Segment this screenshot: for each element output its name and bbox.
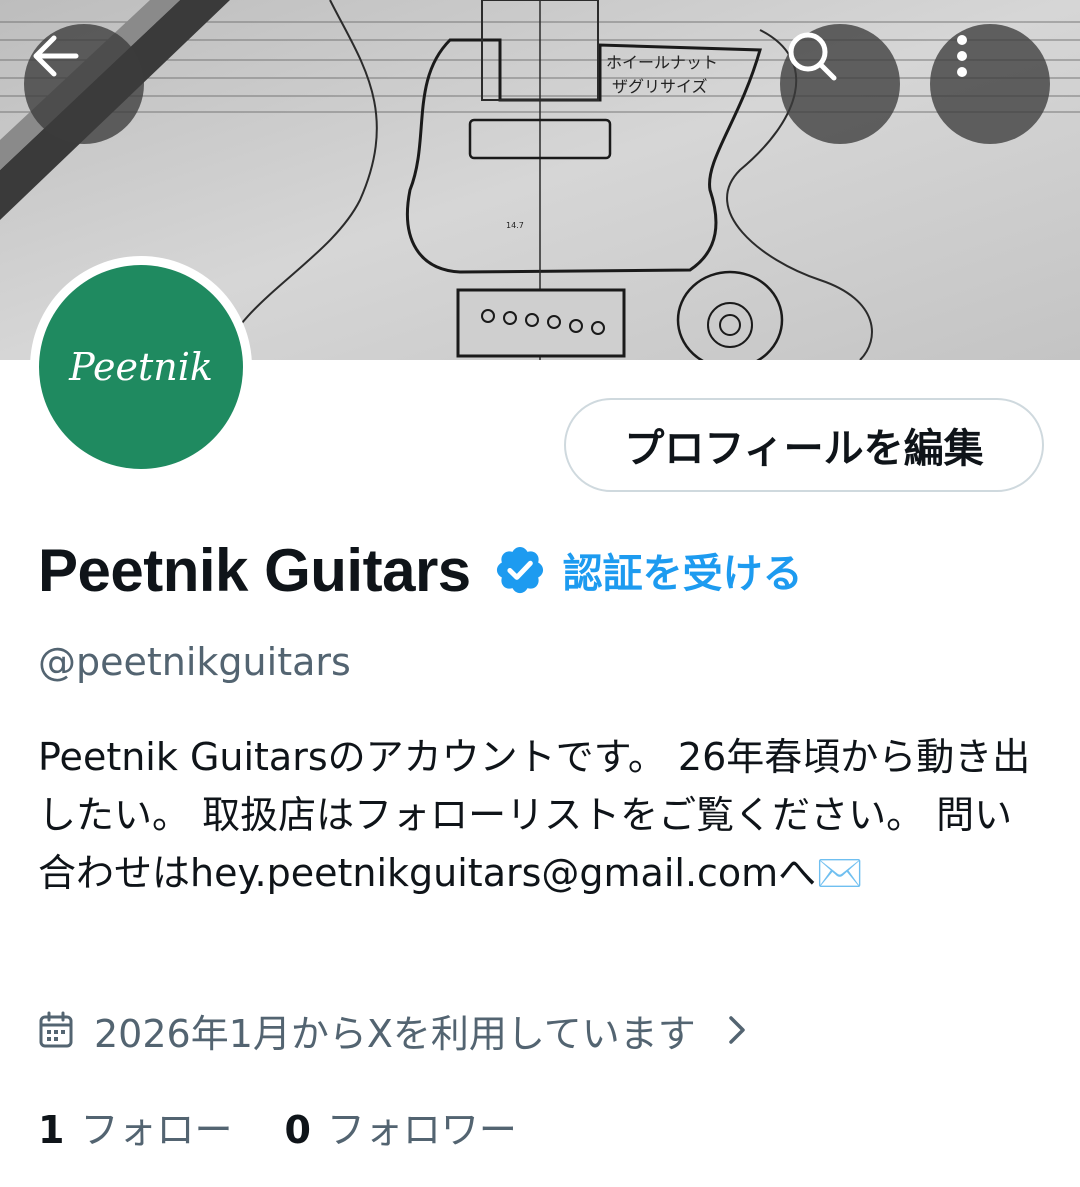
banner-note-1: ホイールナット: [606, 53, 718, 72]
following-count: 1: [38, 1107, 65, 1152]
following-link[interactable]: 1 フォロー: [38, 1099, 232, 1154]
arrow-left-icon: [33, 35, 79, 77]
joined-date-row[interactable]: 2026年1月からXを利用しています: [38, 1000, 752, 1060]
search-icon: [788, 32, 837, 81]
more-vertical-icon: [957, 35, 967, 77]
get-verified-link[interactable]: 認証を受ける: [563, 541, 803, 599]
verified-badge-icon[interactable]: [493, 543, 547, 597]
avatar-logo: Peetnik: [68, 345, 213, 389]
calendar-icon: [39, 1011, 73, 1048]
banner-note-3: 14.7: [506, 221, 524, 230]
user-handle: @peetnikguitars: [38, 640, 351, 684]
profile-avatar[interactable]: Peetnik: [30, 256, 252, 478]
following-label: フォロー: [80, 1107, 233, 1152]
edit-profile-button[interactable]: プロフィールを編集: [564, 398, 1044, 492]
profile-bio: Peetnik Guitarsのアカウントです。 26年春頃から動き出したい。 …: [38, 735, 1031, 895]
display-name: Peetnik Guitars: [38, 536, 471, 604]
follow-stats: 1 フォロー 0 フォロワー: [38, 1096, 517, 1156]
banner-note-2: ザグリサイズ: [612, 77, 708, 96]
joined-date-text: 2026年1月からXを利用しています: [94, 1011, 696, 1056]
followers-label: フォロワー: [326, 1107, 517, 1152]
back-button[interactable]: [24, 24, 144, 144]
more-options-button[interactable]: [930, 24, 1050, 144]
avatar-logo-text: Peetnik: [68, 345, 213, 389]
avatar-image: Peetnik: [39, 265, 243, 469]
search-button[interactable]: [780, 24, 900, 144]
profile-name-row: Peetnik Guitars 認証を受ける: [38, 530, 803, 610]
followers-link[interactable]: 0 フォロワー: [284, 1099, 516, 1154]
chevron-right-icon: [729, 1016, 745, 1044]
followers-count: 0: [284, 1107, 311, 1152]
